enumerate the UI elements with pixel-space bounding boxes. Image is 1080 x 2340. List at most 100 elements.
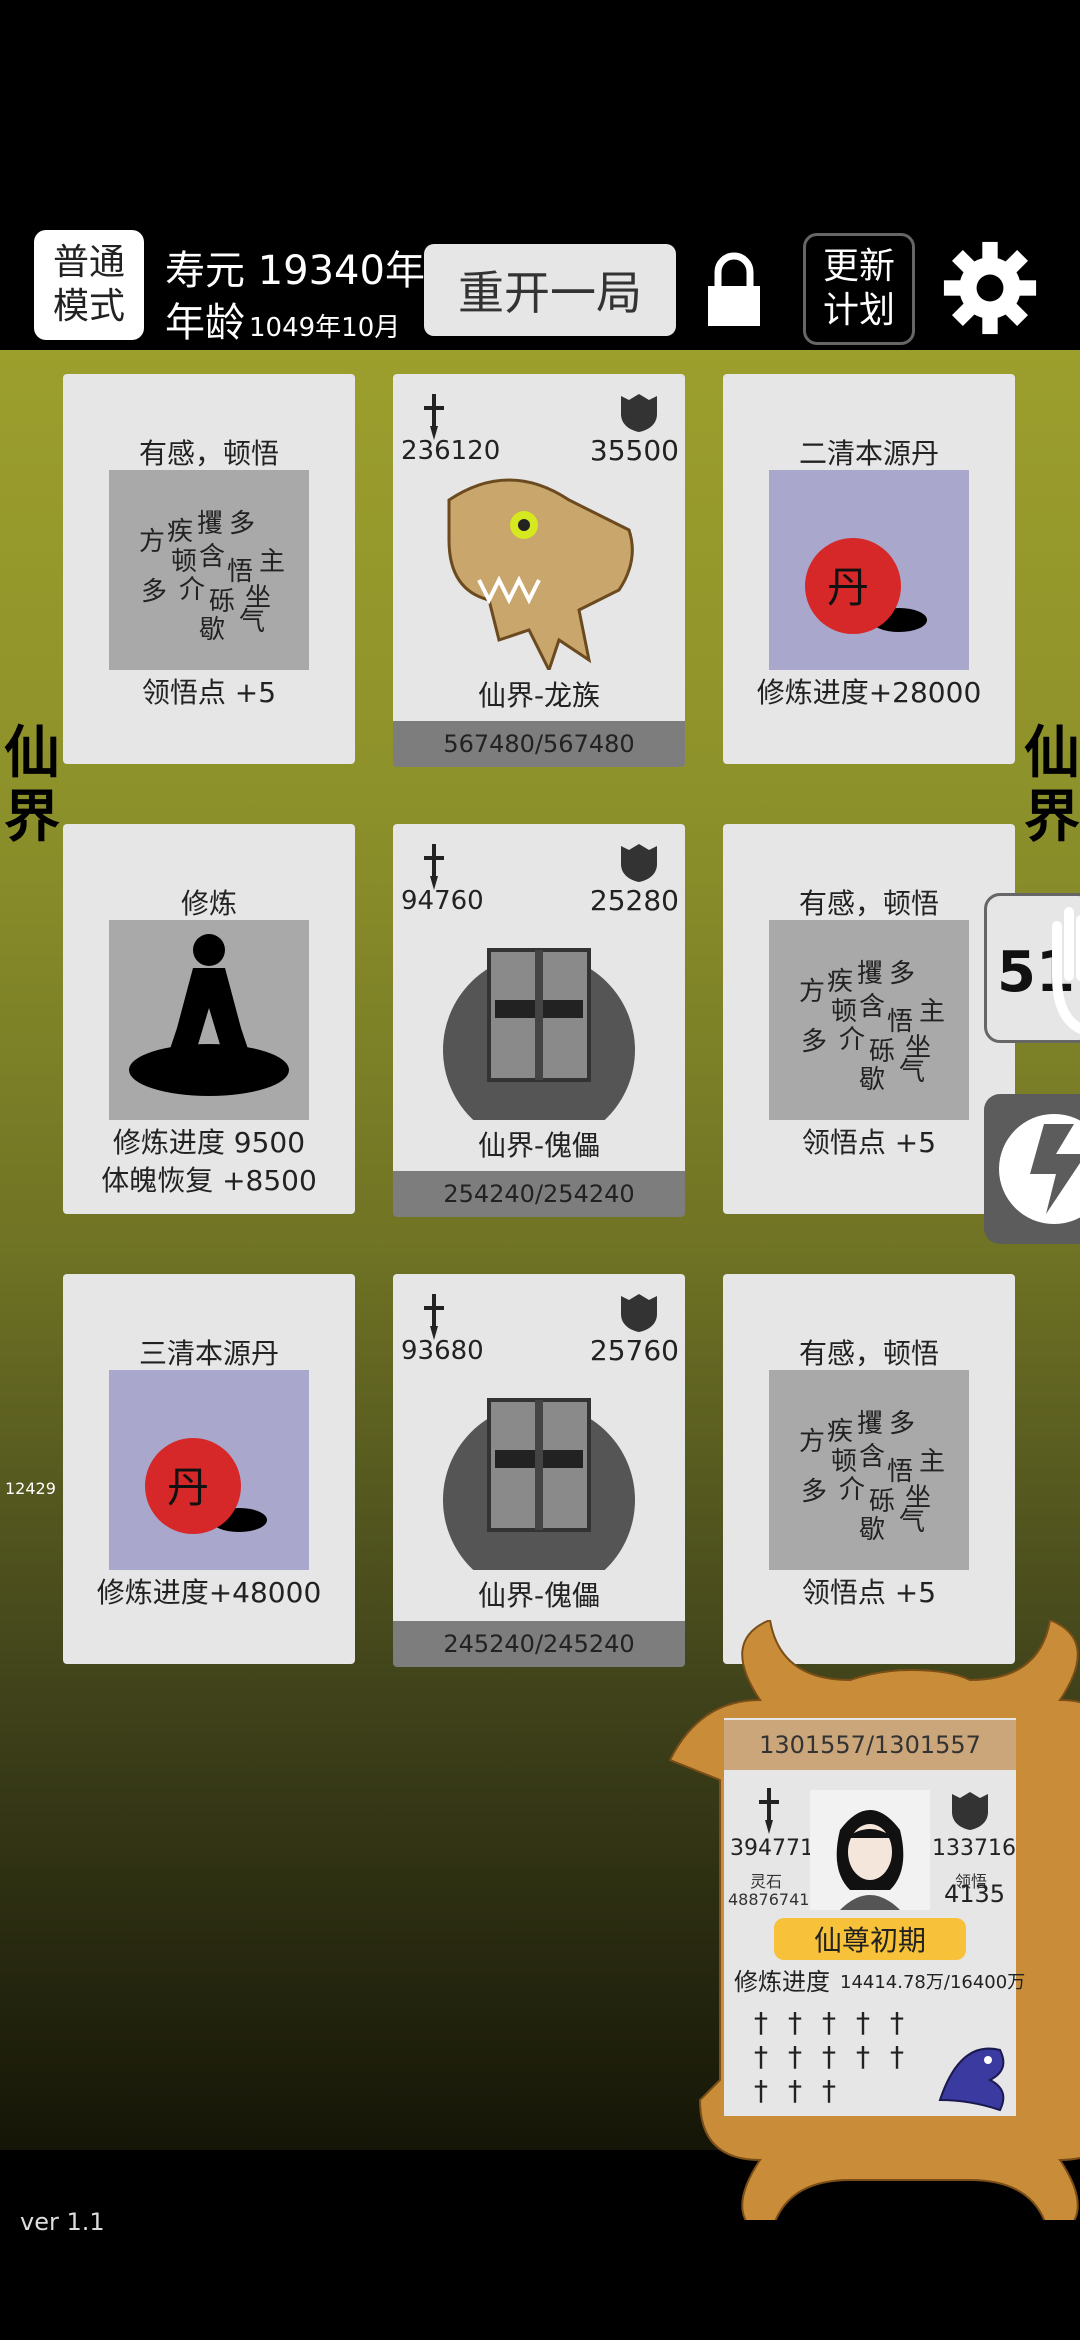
calligraphy-image: 方疾攫多 顿含悟主 多介砾坐 歇气 — [769, 1370, 969, 1570]
enemy-hp-bar: 567480/567480 — [393, 721, 685, 767]
svg-text:顿: 顿 — [171, 547, 197, 577]
svg-text:歇: 歇 — [199, 615, 225, 645]
dragon-pet-icon[interactable] — [930, 2030, 1016, 2114]
age-value: 1049年10月 — [249, 313, 401, 343]
card-title: 有感，顿悟 — [798, 1337, 939, 1370]
player-hp-bar: 1301557/1301557 — [724, 1720, 1016, 1770]
event-card[interactable]: 有感，顿悟 方疾攫多 顿含悟主 多介砾坐 歇气 领悟点 +5 — [723, 824, 1015, 1214]
card-desc-line-1: 修炼进度 9500 — [112, 1126, 306, 1159]
sword-icon — [759, 1788, 779, 1834]
enemy-name: 仙界-龙族 — [477, 679, 601, 712]
enemy-attack: 93680 — [401, 1336, 484, 1366]
hand-icon — [1052, 907, 1080, 1034]
shield-icon — [621, 1294, 657, 1332]
svg-text:疾: 疾 — [827, 1417, 853, 1447]
avatar[interactable] — [810, 1790, 930, 1910]
right-realm-label: 仙 界 — [1024, 721, 1080, 850]
svg-text:方: 方 — [139, 527, 165, 557]
spirit-stone-label: 灵石 — [750, 1872, 783, 1891]
mode-label-2: 模式 — [52, 286, 125, 327]
item-card[interactable]: 三清本源丹 丹 修炼进度+48000 — [63, 1274, 355, 1664]
small-sword-icon: † — [754, 2006, 768, 2039]
event-card[interactable]: 有感，顿悟 方疾攫多 顿含悟主 多介砾坐 歇气 领悟点 +5 — [63, 374, 355, 764]
sword-icon — [424, 394, 444, 440]
small-sword-icon: † — [856, 2040, 870, 2073]
update-plan-button[interactable]: 更新 计划 — [803, 233, 915, 345]
item-card[interactable]: 二清本源丹 丹 修炼进度+28000 — [723, 374, 1015, 764]
svg-text:气: 气 — [899, 1507, 925, 1537]
svg-text:砾: 砾 — [869, 1487, 895, 1517]
svg-text:介: 介 — [839, 1025, 865, 1055]
enemy-card[interactable]: 94760 25280 仙界-傀儡 254240/254240 — [393, 824, 685, 1217]
cultivation-progress-value: 14414.78万/16400万 — [840, 1972, 1026, 1993]
event-card[interactable]: 修炼 修炼进度 9500 体魄恢复 +8500 — [63, 824, 355, 1214]
svg-text:攫: 攫 — [197, 509, 223, 539]
cultivation-progress-label: 修炼进度 — [734, 1968, 830, 1996]
red-pill-image: 丹 — [109, 1370, 309, 1570]
age-text: 年龄 1049年10月 — [165, 290, 400, 348]
small-sword-icon: † — [788, 2040, 802, 2073]
svg-text:主: 主 — [259, 547, 285, 577]
lightning-skill-icon — [999, 1114, 1080, 1224]
enemy-defense: 25760 — [589, 1334, 679, 1367]
svg-text:方: 方 — [799, 977, 825, 1007]
enemy-defense: 35500 — [589, 434, 679, 467]
mode-label-1: 普通 — [52, 242, 125, 283]
svg-text:含: 含 — [859, 992, 885, 1022]
card-desc: 修炼进度 9500 体魄恢复 +8500 — [63, 1124, 355, 1200]
red-pill-image: 丹 — [769, 470, 969, 670]
lock-icon[interactable] — [704, 250, 764, 330]
side-number: 12429 — [5, 1479, 56, 1498]
mode-button[interactable]: 普通 模式 — [34, 230, 144, 340]
enemy-defense: 25280 — [589, 884, 679, 917]
shield-icon — [952, 1792, 988, 1830]
svg-text:丹: 丹 — [827, 563, 869, 612]
calligraphy-image: 方疾攫多 顿含悟主 多介砾坐 歇气 — [769, 920, 969, 1120]
skill-button[interactable] — [984, 1094, 1080, 1244]
event-card[interactable]: 有感，顿悟 方疾攫多 顿含悟主 多介砾坐 歇气 领悟点 +5 — [723, 1274, 1015, 1664]
svg-text:气: 气 — [239, 607, 265, 637]
left-realm-char-1: 仙 — [4, 721, 60, 786]
svg-text:砾: 砾 — [869, 1037, 895, 1067]
small-sword-icon: † — [856, 2006, 870, 2039]
card-desc: 领悟点 +5 — [801, 1126, 937, 1159]
remaining-count-button[interactable]: 51 — [984, 893, 1080, 1043]
card-title: 二清本源丹 — [798, 437, 939, 470]
svg-text:多: 多 — [801, 1027, 827, 1057]
svg-text:主: 主 — [919, 1447, 945, 1477]
svg-text:多: 多 — [889, 1409, 915, 1439]
update-label-2: 计划 — [822, 290, 895, 331]
enemy-name: 仙界-傀儡 — [477, 1129, 601, 1162]
meditation-image — [109, 920, 309, 1120]
card-desc: 领悟点 +5 — [801, 1576, 937, 1609]
enemy-hp-bar: 245240/245240 — [393, 1621, 685, 1667]
svg-text:攫: 攫 — [857, 959, 883, 989]
sword-collection: † † † † †† † † † †† † † — [754, 2006, 944, 2108]
gear-icon[interactable] — [942, 240, 1038, 336]
right-realm-char-1: 仙 — [1024, 721, 1080, 786]
svg-text:多: 多 — [141, 577, 167, 607]
small-sword-icon: † — [890, 2040, 904, 2073]
enemy-card[interactable]: 93680 25760 仙界-傀儡 245240/245240 — [393, 1274, 685, 1667]
enemy-card[interactable]: 236120 35500 仙界-龙族 567480/567480 — [393, 374, 685, 767]
svg-text:顿: 顿 — [831, 1447, 857, 1477]
knight-helmet-image — [439, 920, 639, 1120]
enemy-attack: 94760 — [401, 886, 484, 916]
svg-text:丹: 丹 — [167, 1463, 209, 1512]
small-sword-icon: † — [788, 2074, 802, 2107]
card-title: 三清本源丹 — [138, 1337, 279, 1370]
small-sword-icon: † — [890, 2006, 904, 2039]
svg-text:疾: 疾 — [167, 517, 193, 547]
insight-value: 4135 — [944, 1880, 1006, 1908]
svg-text:方: 方 — [799, 1427, 825, 1457]
small-sword-icon: † — [788, 2006, 802, 2039]
small-sword-icon: † — [754, 2074, 768, 2107]
restart-button[interactable]: 重开一局 — [424, 244, 676, 336]
calligraphy-image: 方疾攫多 顿含悟主 多介砾坐 歇气 — [109, 470, 309, 670]
card-desc-line-2: 体魄恢复 +8500 — [101, 1164, 317, 1197]
enemy-attack: 236120 — [401, 436, 501, 466]
cultivation-rank-badge: 仙尊初期 — [774, 1918, 966, 1960]
svg-text:含: 含 — [199, 542, 225, 572]
card-title: 有感，顿悟 — [798, 887, 939, 920]
svg-text:多: 多 — [229, 509, 255, 539]
